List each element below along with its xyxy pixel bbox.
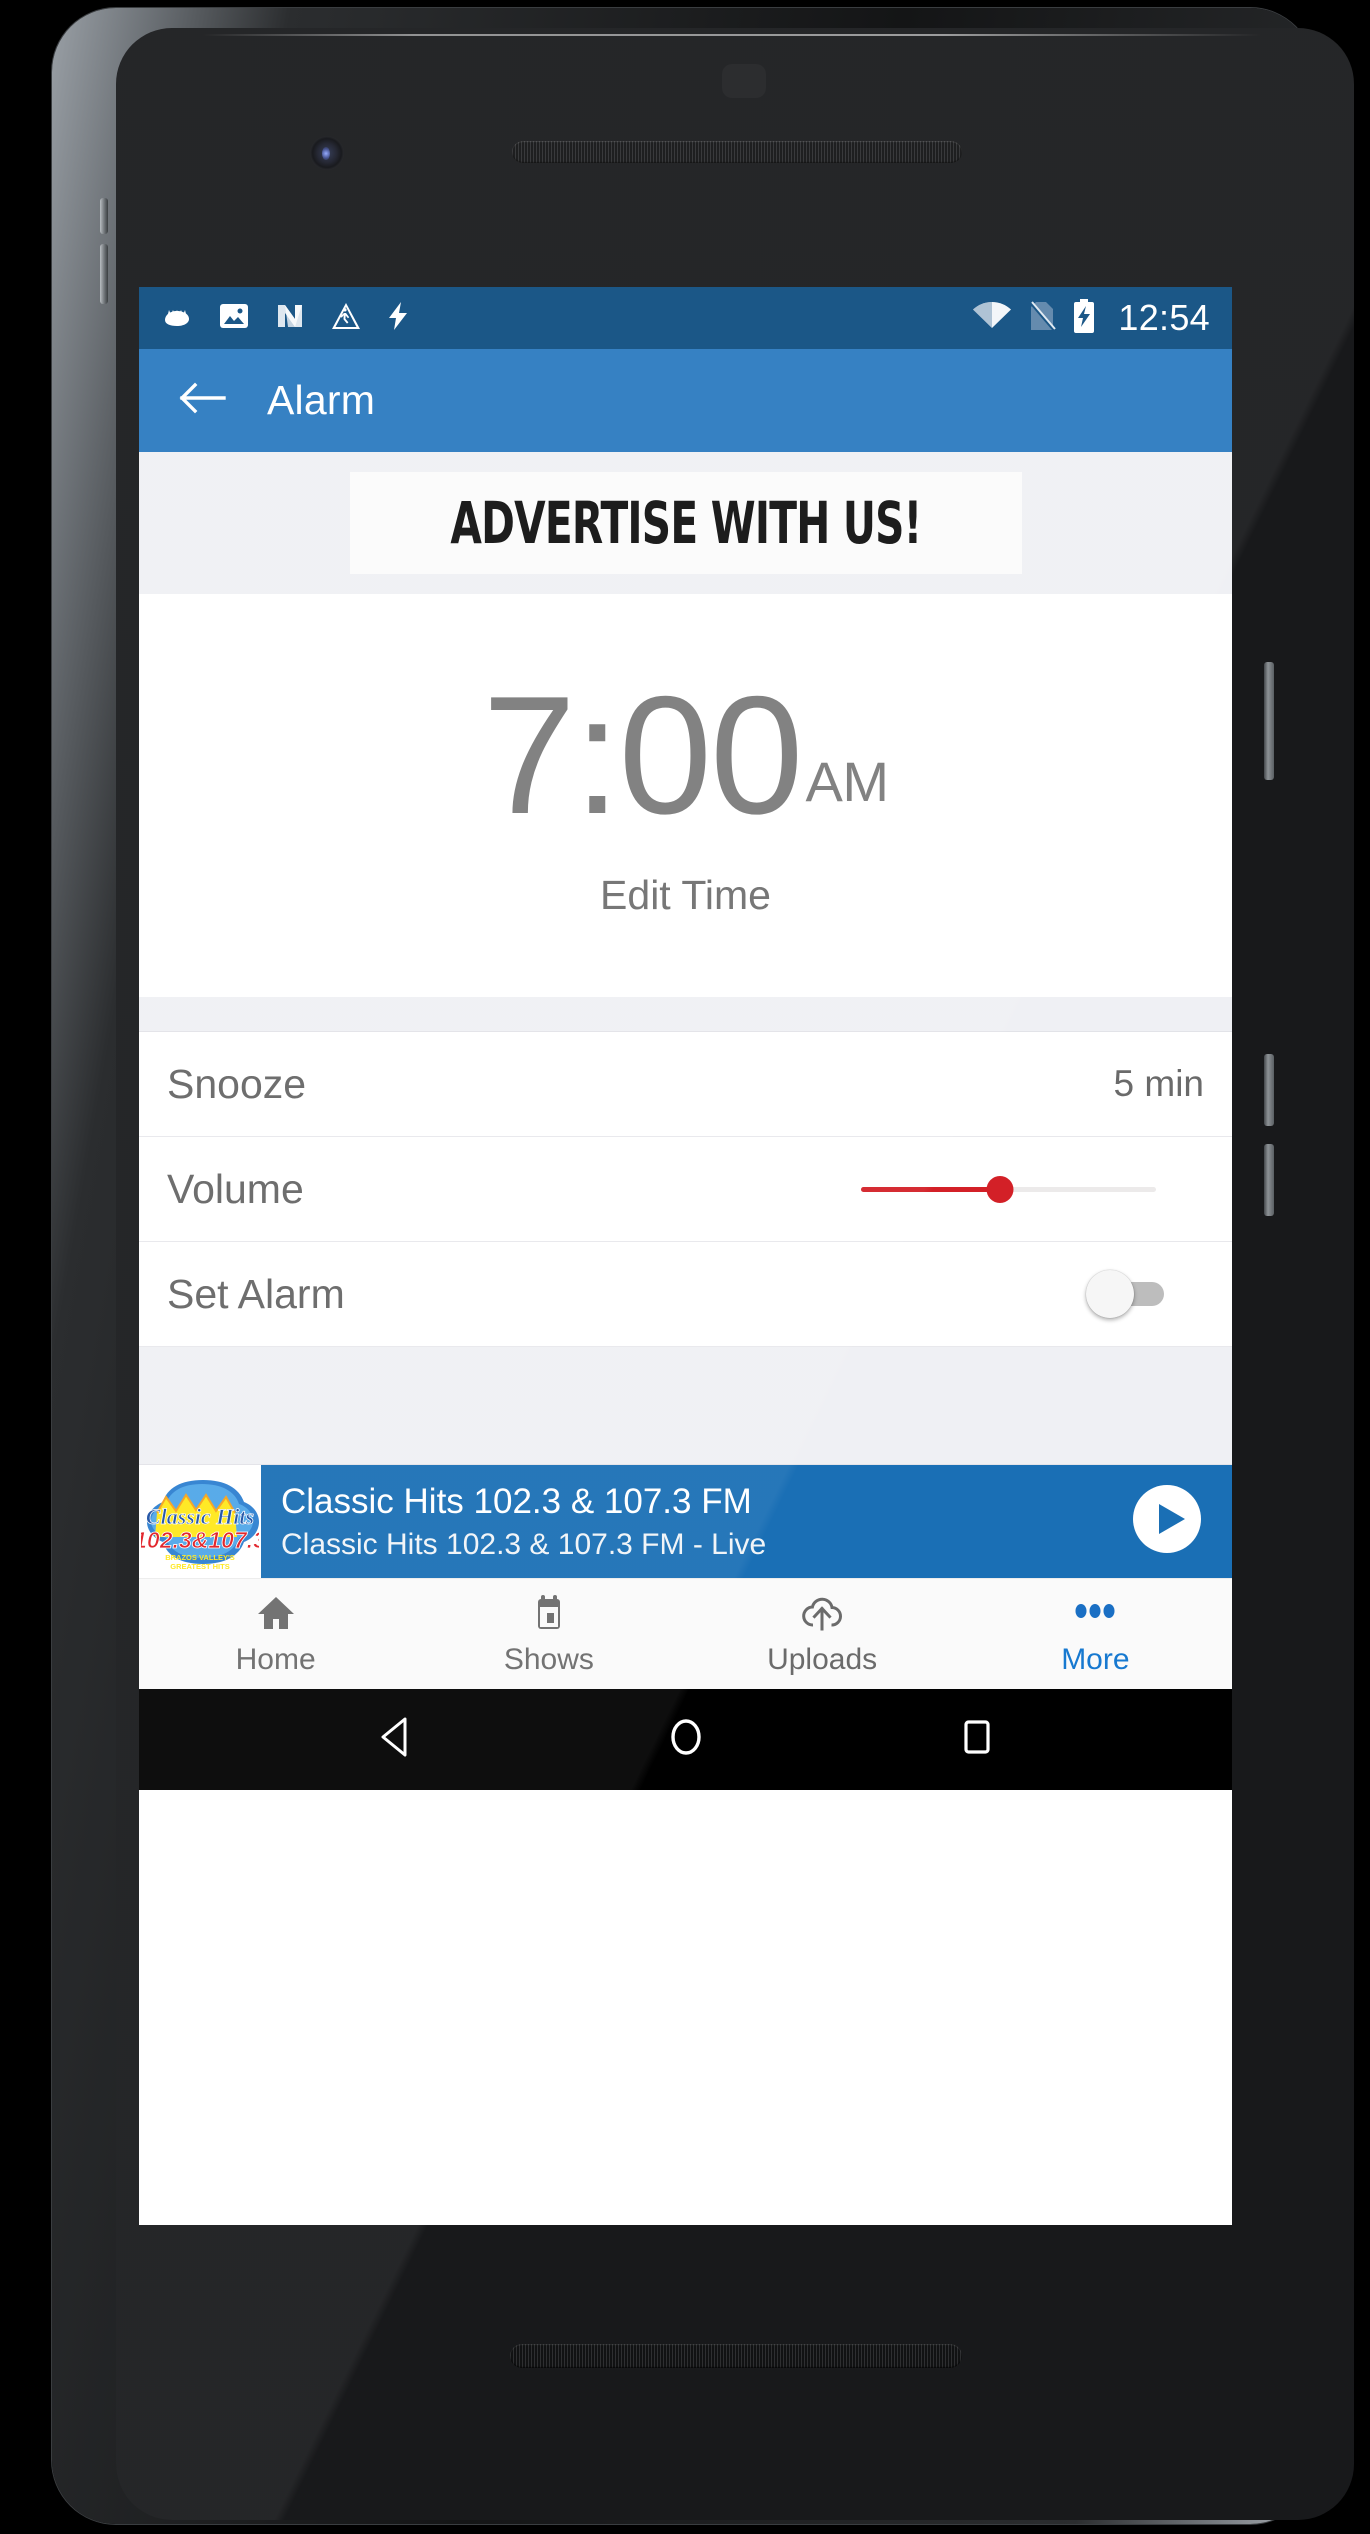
toggle-thumb[interactable] <box>1086 1270 1134 1318</box>
set-alarm-label: Set Alarm <box>167 1270 345 1317</box>
more-dots-icon <box>1069 1591 1121 1635</box>
set-alarm-toggle[interactable] <box>1086 1268 1176 1320</box>
nav-item-shows[interactable]: Shows <box>412 1579 685 1689</box>
status-bar: 12:54 <box>139 287 1232 349</box>
snooze-row[interactable]: Snooze 5 min <box>139 1032 1232 1137</box>
svg-text:BRAZOS VALLEY'S: BRAZOS VALLEY'S <box>165 1553 235 1562</box>
back-arrow-icon <box>178 378 228 423</box>
alarm-time-meridiem: AM <box>805 749 889 813</box>
now-playing-text: Classic Hits 102.3 & 107.3 FM Classic Hi… <box>261 1465 1102 1578</box>
volume-slider-thumb[interactable] <box>986 1176 1014 1203</box>
app-bar: Alarm <box>139 349 1232 452</box>
status-bar-system-icons: 12:54 <box>972 297 1210 339</box>
frame-seam <box>100 244 108 304</box>
nav-label-uploads: Uploads <box>767 1643 878 1676</box>
classic-hits-logo-icon: Classic Hits 102.3&107.3 BRAZOS VALLEY'S… <box>141 1479 259 1571</box>
battery-charging-icon <box>1072 298 1096 338</box>
back-button[interactable] <box>165 363 241 439</box>
nova-launcher-icon <box>275 301 305 336</box>
system-home-button[interactable] <box>641 1695 731 1785</box>
frame-highlight <box>202 34 1262 36</box>
page-title: Alarm <box>267 377 376 423</box>
edit-time-button[interactable]: Edit Time <box>600 872 771 919</box>
system-recents-icon <box>955 1713 999 1766</box>
volume-row[interactable]: Volume <box>139 1137 1232 1242</box>
status-bar-notification-icons <box>161 301 972 336</box>
svg-text:GREATEST HITS: GREATEST HITS <box>170 1562 229 1571</box>
advertisement-banner[interactable]: ADVERTISE WITH US! <box>139 452 1232 594</box>
alarm-time-value: 7:00 <box>482 661 804 850</box>
earpiece-speaker <box>512 141 962 163</box>
volume-slider[interactable] <box>861 1167 1156 1211</box>
snooze-label: Snooze <box>167 1060 307 1107</box>
volume-up-button[interactable] <box>1264 1054 1274 1126</box>
ad-creative: ADVERTISE WITH US! <box>349 472 1022 574</box>
play-button[interactable] <box>1102 1465 1232 1578</box>
flash-icon <box>387 301 409 336</box>
nav-item-uploads[interactable]: Uploads <box>686 1579 959 1689</box>
bottom-speaker <box>510 2344 962 2368</box>
bottom-navigation: Home Shows Uploads More <box>139 1578 1232 1689</box>
nav-item-home[interactable]: Home <box>139 1579 412 1689</box>
nav-label-shows: Shows <box>503 1643 594 1676</box>
calendar-icon <box>527 1591 571 1635</box>
phone-screen: 12:54 Alarm ADVERTISE WITH US! 7:00 AM E… <box>139 287 1232 2225</box>
cloud-upload-icon <box>799 1591 845 1635</box>
hedgehog-icon <box>161 303 193 334</box>
alarm-time-display[interactable]: 7:00 AM Edit Time <box>139 594 1232 997</box>
volume-slider-fill <box>861 1187 1000 1192</box>
now-playing-subtitle: Classic Hits 102.3 & 107.3 FM - Live <box>281 1527 767 1561</box>
system-navigation-bar <box>139 1689 1232 1790</box>
system-back-button[interactable] <box>350 1695 440 1785</box>
system-recents-button[interactable] <box>932 1695 1022 1785</box>
volume-label: Volume <box>167 1165 304 1212</box>
power-button[interactable] <box>1264 662 1274 780</box>
svg-text:Classic Hits: Classic Hits <box>146 1504 254 1529</box>
play-icon <box>1132 1484 1202 1559</box>
alarm-time-row: 7:00 AM <box>482 661 889 850</box>
proximity-sensor <box>722 64 766 98</box>
system-back-icon <box>373 1713 417 1766</box>
station-artwork: Classic Hits 102.3&107.3 BRAZOS VALLEY'S… <box>139 1465 261 1578</box>
volume-down-button[interactable] <box>1264 1144 1274 1216</box>
nav-label-more: More <box>1061 1643 1130 1676</box>
ad-banner-text: ADVERTISE WITH US! <box>449 489 922 557</box>
nav-label-home: Home <box>235 1643 316 1676</box>
snooze-value: 5 min <box>1113 1063 1204 1104</box>
system-home-icon <box>664 1713 708 1766</box>
home-icon <box>254 1591 298 1635</box>
status-bar-clock: 12:54 <box>1118 297 1210 338</box>
image-icon <box>219 301 249 336</box>
set-alarm-row[interactable]: Set Alarm <box>139 1242 1232 1347</box>
nav-item-more[interactable]: More <box>959 1579 1232 1689</box>
section-divider <box>139 997 1232 1032</box>
content-filler <box>139 1347 1232 1465</box>
construction-icon <box>331 302 361 335</box>
now-playing-bar[interactable]: Classic Hits 102.3&107.3 BRAZOS VALLEY'S… <box>139 1465 1232 1578</box>
now-playing-title: Classic Hits 102.3 & 107.3 FM <box>281 1481 752 1521</box>
svg-text:102.3&107.3: 102.3&107.3 <box>141 1527 259 1553</box>
no-sim-icon <box>1028 300 1057 337</box>
frame-seam <box>100 198 108 234</box>
wifi-icon <box>972 301 1012 336</box>
front-camera-icon <box>310 136 344 170</box>
